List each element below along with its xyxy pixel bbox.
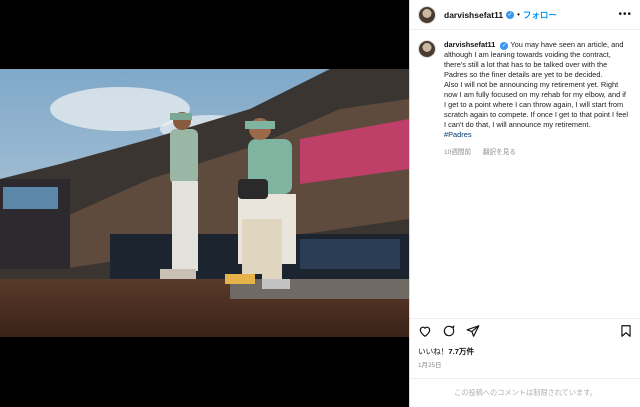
caption-paragraph-2: Also I will not be announcing my retirem… bbox=[444, 80, 629, 129]
verified-badge-icon: ✓ bbox=[506, 10, 515, 19]
caption-body: darvishsefat11 ✓ You may have seen an ar… bbox=[444, 40, 630, 158]
comment-icon[interactable] bbox=[442, 324, 456, 338]
media-pane bbox=[0, 0, 409, 407]
heart-icon[interactable] bbox=[418, 324, 432, 338]
bookmark-icon[interactable] bbox=[619, 324, 633, 338]
author-avatar[interactable] bbox=[418, 5, 436, 24]
instagram-post-view: darvishsefat11 ✓ • フォロー ••• darvishsefat… bbox=[0, 0, 640, 407]
caption-username[interactable]: darvishsefat11 bbox=[444, 40, 495, 49]
more-options-icon[interactable]: ••• bbox=[618, 9, 632, 20]
likes-number: 7.7万件 bbox=[448, 347, 475, 356]
caption-avatar[interactable] bbox=[418, 40, 436, 58]
post-date[interactable]: 1月25日 bbox=[418, 360, 441, 369]
author-username[interactable]: darvishsefat11 bbox=[444, 10, 503, 20]
caption-verified-icon: ✓ bbox=[500, 42, 509, 50]
post-sidebar: darvishsefat11 ✓ • フォロー ••• darvishsefat… bbox=[409, 0, 640, 407]
separator-dot: • bbox=[517, 10, 520, 19]
follow-button[interactable]: フォロー bbox=[523, 9, 557, 21]
comments-disabled-notice: この投稿へのコメントは制限されています。 bbox=[410, 378, 640, 407]
action-bar bbox=[410, 318, 640, 342]
caption-meta: 10週間前 翻訳を見る bbox=[444, 148, 630, 158]
stadium-photo bbox=[0, 69, 409, 337]
translate-link[interactable]: 翻訳を見る bbox=[483, 149, 516, 156]
likes-count[interactable]: いいね！7.7万件 bbox=[418, 346, 474, 357]
likes-prefix: いいね！ bbox=[418, 347, 449, 356]
caption-block: darvishsefat11 ✓ You may have seen an ar… bbox=[410, 30, 640, 158]
hashtag-link[interactable]: #Padres bbox=[444, 130, 472, 139]
post-header: darvishsefat11 ✓ • フォロー ••• bbox=[410, 0, 640, 30]
post-photo[interactable] bbox=[0, 69, 409, 337]
time-ago[interactable]: 10週間前 bbox=[444, 149, 471, 156]
share-icon[interactable] bbox=[466, 324, 480, 338]
